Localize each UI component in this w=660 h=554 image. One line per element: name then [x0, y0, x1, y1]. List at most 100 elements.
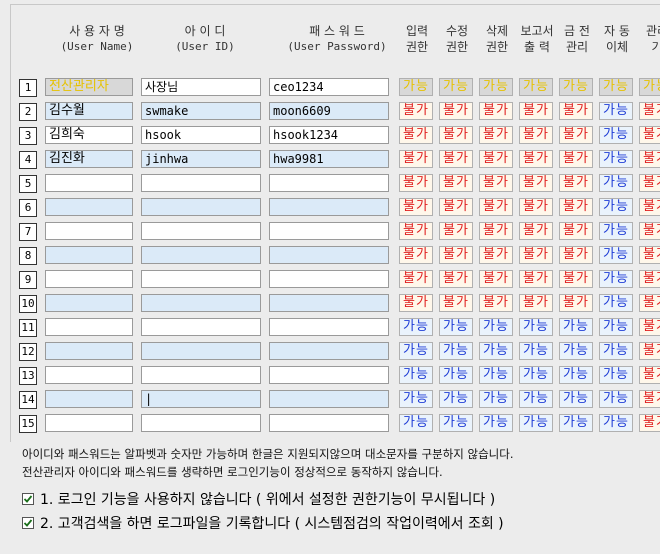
permission-toggle[interactable]: 불가 — [399, 270, 433, 288]
permission-toggle[interactable]: 불가 — [399, 126, 433, 144]
user-password-field[interactable] — [269, 366, 389, 384]
user-name-field[interactable] — [45, 222, 133, 240]
permission-toggle[interactable]: 가능 — [559, 318, 593, 336]
permission-toggle[interactable]: 불가 — [639, 102, 660, 120]
permission-toggle[interactable]: 불가 — [439, 150, 473, 168]
permission-toggle[interactable]: 가능 — [599, 414, 633, 432]
permission-toggle[interactable]: 가능 — [599, 294, 633, 312]
user-name-field[interactable]: 김진화 — [45, 150, 133, 168]
permission-toggle[interactable]: 불가 — [639, 150, 660, 168]
permission-toggle[interactable]: 불가 — [439, 294, 473, 312]
permission-toggle[interactable]: 가능 — [439, 366, 473, 384]
user-name-field[interactable] — [45, 294, 133, 312]
user-id-field[interactable]: jinhwa — [141, 150, 261, 168]
permission-toggle[interactable]: 가능 — [639, 78, 660, 96]
permission-toggle[interactable]: 불가 — [399, 174, 433, 192]
permission-toggle[interactable]: 불가 — [639, 342, 660, 360]
permission-toggle[interactable]: 가능 — [399, 318, 433, 336]
permission-toggle[interactable]: 가능 — [439, 318, 473, 336]
permission-toggle[interactable]: 불가 — [399, 150, 433, 168]
permission-toggle[interactable]: 불가 — [439, 174, 473, 192]
permission-toggle[interactable]: 가능 — [599, 102, 633, 120]
permission-toggle[interactable]: 불가 — [639, 174, 660, 192]
permission-toggle[interactable]: 불가 — [559, 126, 593, 144]
permission-toggle[interactable]: 불가 — [559, 270, 593, 288]
permission-toggle[interactable]: 가능 — [599, 198, 633, 216]
permission-toggle[interactable]: 가능 — [599, 270, 633, 288]
permission-toggle[interactable]: 가능 — [599, 390, 633, 408]
permission-toggle[interactable]: 가능 — [599, 246, 633, 264]
permission-toggle[interactable]: 불가 — [399, 102, 433, 120]
permission-toggle[interactable]: 불가 — [639, 366, 660, 384]
user-password-field[interactable] — [269, 294, 389, 312]
user-id-field[interactable] — [141, 414, 261, 432]
permission-toggle[interactable]: 가능 — [599, 78, 633, 96]
permission-toggle[interactable]: 가능 — [519, 78, 553, 96]
permission-toggle[interactable]: 불가 — [639, 390, 660, 408]
user-password-field[interactable]: moon6609 — [269, 102, 389, 120]
permission-toggle[interactable]: 가능 — [519, 414, 553, 432]
permission-toggle[interactable]: 불가 — [399, 246, 433, 264]
permission-toggle[interactable]: 가능 — [599, 318, 633, 336]
permission-toggle[interactable]: 가능 — [559, 414, 593, 432]
user-id-field[interactable] — [141, 318, 261, 336]
permission-toggle[interactable]: 가능 — [479, 366, 513, 384]
permission-toggle[interactable]: 불가 — [519, 150, 553, 168]
user-name-field[interactable] — [45, 270, 133, 288]
permission-toggle[interactable]: 가능 — [479, 342, 513, 360]
user-id-field[interactable]: swmake — [141, 102, 261, 120]
user-name-field[interactable] — [45, 198, 133, 216]
permission-toggle[interactable]: 가능 — [559, 78, 593, 96]
permission-toggle[interactable]: 가능 — [599, 126, 633, 144]
permission-toggle[interactable]: 불가 — [439, 246, 473, 264]
user-name-field[interactable] — [45, 318, 133, 336]
user-name-field[interactable] — [45, 390, 133, 408]
user-name-field[interactable]: 전산관리자 — [45, 78, 133, 96]
permission-toggle[interactable]: 불가 — [639, 294, 660, 312]
permission-toggle[interactable]: 가능 — [559, 366, 593, 384]
permission-toggle[interactable]: 가능 — [439, 342, 473, 360]
permission-toggle[interactable]: 가능 — [399, 342, 433, 360]
permission-toggle[interactable]: 불가 — [519, 294, 553, 312]
permission-toggle[interactable]: 가능 — [479, 78, 513, 96]
permission-toggle[interactable]: 불가 — [479, 222, 513, 240]
permission-toggle[interactable]: 가능 — [519, 318, 553, 336]
permission-toggle[interactable]: 가능 — [439, 78, 473, 96]
permission-toggle[interactable]: 가능 — [479, 318, 513, 336]
user-password-field[interactable] — [269, 390, 389, 408]
permission-toggle[interactable]: 불가 — [639, 222, 660, 240]
permission-toggle[interactable]: 불가 — [519, 198, 553, 216]
permission-toggle[interactable]: 불가 — [439, 198, 473, 216]
permission-toggle[interactable]: 불가 — [479, 246, 513, 264]
permission-toggle[interactable]: 불가 — [639, 414, 660, 432]
permission-toggle[interactable]: 가능 — [519, 342, 553, 360]
permission-toggle[interactable]: 불가 — [479, 270, 513, 288]
permission-toggle[interactable]: 가능 — [559, 342, 593, 360]
user-name-field[interactable] — [45, 174, 133, 192]
user-name-field[interactable]: 김수월 — [45, 102, 133, 120]
permission-toggle[interactable]: 가능 — [399, 390, 433, 408]
permission-toggle[interactable]: 불가 — [479, 126, 513, 144]
user-password-field[interactable] — [269, 246, 389, 264]
permission-toggle[interactable]: 가능 — [559, 390, 593, 408]
permission-toggle[interactable]: 불가 — [439, 270, 473, 288]
user-password-field[interactable]: ceo1234 — [269, 78, 389, 96]
permission-toggle[interactable]: 가능 — [479, 414, 513, 432]
permission-toggle[interactable]: 불가 — [559, 102, 593, 120]
user-password-field[interactable] — [269, 342, 389, 360]
permission-toggle[interactable]: 불가 — [559, 246, 593, 264]
permission-toggle[interactable]: 불가 — [439, 222, 473, 240]
user-password-field[interactable] — [269, 222, 389, 240]
user-id-field[interactable] — [141, 246, 261, 264]
user-password-field[interactable] — [269, 174, 389, 192]
user-id-field[interactable] — [141, 270, 261, 288]
user-id-field[interactable] — [141, 174, 261, 192]
permission-toggle[interactable]: 불가 — [399, 294, 433, 312]
user-password-field[interactable]: hsook1234 — [269, 126, 389, 144]
permission-toggle[interactable]: 불가 — [639, 246, 660, 264]
user-id-field[interactable] — [141, 294, 261, 312]
permission-toggle[interactable]: 가능 — [399, 414, 433, 432]
permission-toggle[interactable]: 불가 — [439, 126, 473, 144]
user-name-field[interactable] — [45, 366, 133, 384]
user-name-field[interactable]: 김희숙 — [45, 126, 133, 144]
